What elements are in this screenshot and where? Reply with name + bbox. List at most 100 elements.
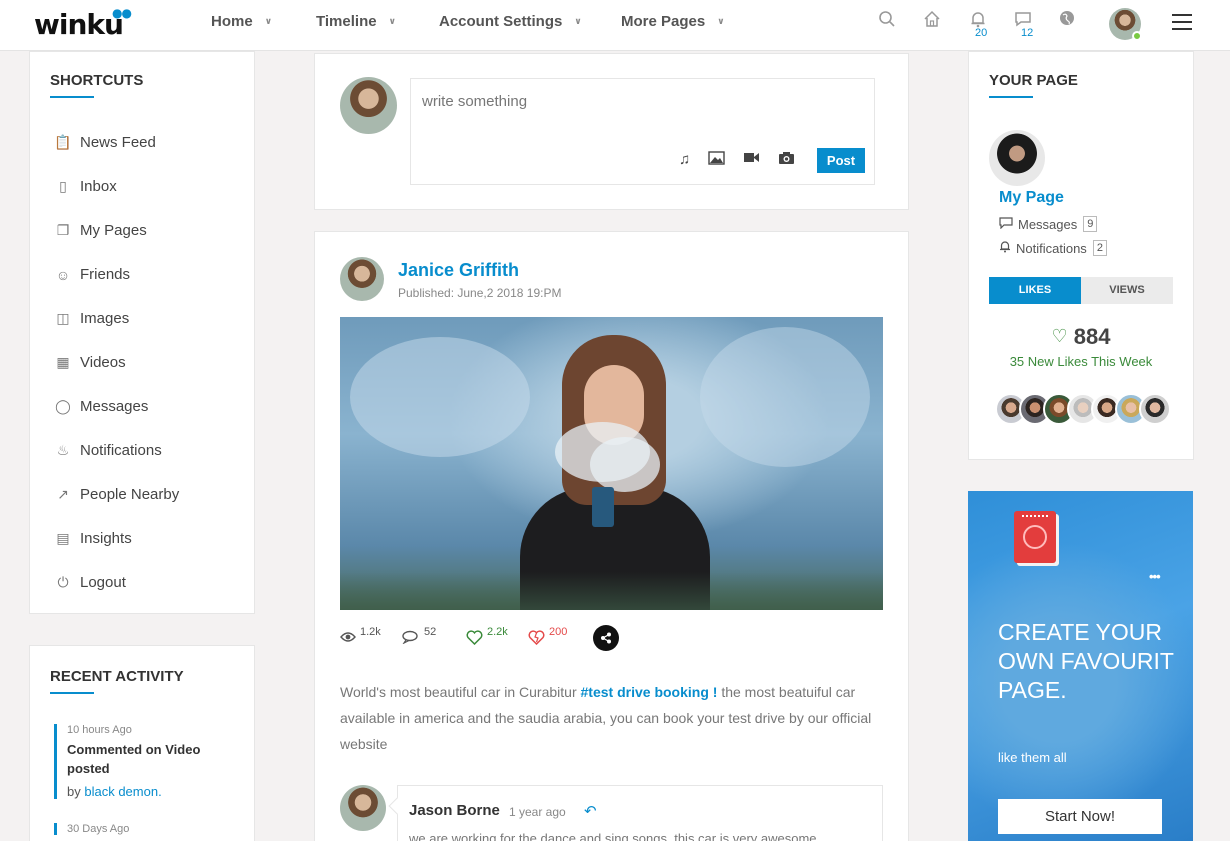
globe-icon[interactable] <box>1056 10 1078 32</box>
comment-text: we are working for the dance and sing so… <box>409 831 817 841</box>
comments-icon[interactable] <box>402 630 420 649</box>
nav-more-pages[interactable]: More Pages ∨ <box>621 13 725 30</box>
page-notifications-label[interactable]: Notifications <box>1016 241 1087 256</box>
post-text-before: World's most beautiful car in Curabitur <box>340 684 581 700</box>
shortcut-label[interactable]: Logout <box>80 574 126 591</box>
bar-chart-icon: ▤ <box>56 530 70 546</box>
video-camera-icon[interactable] <box>743 151 760 169</box>
avatar[interactable] <box>340 77 397 134</box>
dislikes-stat[interactable]: 200 <box>528 626 567 650</box>
shortcut-label[interactable]: Videos <box>80 354 126 371</box>
shortcut-images[interactable]: ◫ Images <box>54 310 129 327</box>
recent-activity-title: RECENT ACTIVITY <box>50 668 184 685</box>
start-now-button[interactable]: Start Now! <box>998 799 1162 834</box>
shortcut-my-pages[interactable]: ❐ My Pages <box>54 222 147 239</box>
shortcuts-title: SHORTCUTS <box>50 72 144 89</box>
image-icon[interactable] <box>708 151 725 169</box>
shortcut-messages[interactable]: ◯ Messages <box>54 398 148 415</box>
shortcut-label[interactable]: News Feed <box>80 134 156 151</box>
top-bar: winku ●● Home ∨ Timeline ∨ Account Setti… <box>0 0 1230 51</box>
author-avatar[interactable] <box>340 257 384 301</box>
post-hashtag-link[interactable]: #test drive booking ! <box>581 684 718 700</box>
shortcut-label[interactable]: My Pages <box>80 222 147 239</box>
activity-user-link[interactable]: black demon. <box>84 784 161 799</box>
logo-text[interactable]: winku <box>34 8 124 41</box>
activity-time: 30 Days Ago <box>67 823 130 835</box>
heart-icon[interactable] <box>466 630 483 650</box>
nav-account-settings[interactable]: Account Settings ∨ <box>439 13 582 30</box>
shortcuts-widget: SHORTCUTS 📋 News Feed ▯ Inbox ❐ My Pages ☺ F… <box>29 51 255 614</box>
shortcut-people-nearby[interactable]: ↗ People Nearby <box>54 486 179 503</box>
nav-account-settings-label[interactable]: Account Settings <box>439 13 562 30</box>
nav-home-label[interactable]: Home <box>211 13 253 30</box>
comment-pointer <box>388 797 406 815</box>
shortcut-inbox[interactable]: ▯ Inbox <box>54 178 117 195</box>
notifications-count: 20 <box>975 27 988 39</box>
activity-text: Commented on Video posted <box>67 742 201 776</box>
page-messages-label[interactable]: Messages <box>1018 217 1077 232</box>
reply-icon[interactable]: ↶ <box>584 802 597 820</box>
bell-icon <box>999 240 1011 256</box>
shortcut-label[interactable]: People Nearby <box>80 486 179 503</box>
liker-avatar[interactable] <box>1139 393 1171 425</box>
broken-heart-icon[interactable] <box>528 630 545 650</box>
commenter-avatar[interactable] <box>340 785 386 831</box>
shortcut-notifications[interactable]: ♨ Notifications <box>54 442 162 459</box>
post-published: Published: June,2 2018 19:PM <box>398 286 562 300</box>
book-icon <box>1014 511 1056 563</box>
page-notifications-badge: 2 <box>1092 240 1107 256</box>
post-image[interactable] <box>340 317 883 610</box>
compose-box[interactable]: write something ♫ Post <box>410 78 875 185</box>
shortcut-label[interactable]: Insights <box>80 530 132 547</box>
chevron-down-icon: ∨ <box>717 16 725 26</box>
activity-time: 10 hours Ago <box>67 724 132 736</box>
chevron-down-icon: ∨ <box>574 16 582 26</box>
shortcut-videos[interactable]: ▦ Videos <box>54 354 126 371</box>
logo[interactable]: winku ●● <box>34 6 132 41</box>
shortcut-friends[interactable]: ☺ Friends <box>54 266 130 283</box>
shortcut-label[interactable]: Images <box>80 310 129 327</box>
likes-count: 2.2k <box>487 626 508 638</box>
music-icon[interactable]: ♫ <box>679 151 690 169</box>
promo-subtitle: like them all <box>998 750 1067 765</box>
camera-icon[interactable] <box>778 151 795 169</box>
post-text: World's most beautiful car in Curabitur … <box>340 679 885 757</box>
shortcut-label[interactable]: Messages <box>80 398 148 415</box>
likers-row <box>995 393 1171 425</box>
nav-timeline-label[interactable]: Timeline <box>316 13 377 30</box>
page-avatar[interactable] <box>989 130 1045 186</box>
page-name-link[interactable]: My Page <box>999 189 1064 207</box>
post-author[interactable]: Janice Griffith <box>398 260 519 281</box>
shortcut-news-feed[interactable]: 📋 News Feed <box>54 134 156 151</box>
comments-stat[interactable]: 52 <box>402 626 436 649</box>
heart-icon: ♡ <box>1051 326 1068 346</box>
post-button[interactable]: Post <box>817 148 865 173</box>
comments-count: 52 <box>424 626 437 638</box>
files-icon: ❐ <box>56 222 70 238</box>
shortcut-label[interactable]: Notifications <box>80 442 162 459</box>
tab-views[interactable]: VIEWS <box>1081 277 1173 304</box>
promo-title: CREATE YOUR OWN FAVOURIT PAGE. <box>998 619 1174 703</box>
search-icon[interactable] <box>876 10 898 32</box>
share-icon[interactable] <box>593 625 619 651</box>
shortcut-insights[interactable]: ▤ Insights <box>54 530 132 547</box>
more-options-icon[interactable]: ••• <box>1149 569 1161 584</box>
shortcut-logout[interactable]: ⏻ Logout <box>54 574 126 591</box>
compose-input[interactable]: write something <box>422 93 527 110</box>
page-notifications-row[interactable]: Notifications 2 <box>999 240 1107 256</box>
nav-home[interactable]: Home ∨ <box>211 13 272 30</box>
tab-likes[interactable]: LIKES <box>989 277 1081 304</box>
home-icon[interactable] <box>921 10 943 32</box>
shortcut-label[interactable]: Inbox <box>80 178 117 195</box>
nav-timeline[interactable]: Timeline ∨ <box>316 13 396 30</box>
user-avatar[interactable] <box>1109 8 1142 41</box>
nav-more-pages-label[interactable]: More Pages <box>621 13 705 30</box>
comment-time: 1 year ago <box>509 805 566 819</box>
shortcut-label[interactable]: Friends <box>80 266 130 283</box>
page-messages-row[interactable]: Messages 9 <box>999 216 1098 232</box>
hamburger-menu-icon[interactable] <box>1172 14 1192 30</box>
likes-stat[interactable]: 2.2k <box>466 626 508 650</box>
eye-icon <box>340 630 356 648</box>
comment-author[interactable]: Jason Borne <box>409 802 500 819</box>
activity-item: 10 hours Ago Commented on Video posted b… <box>54 724 234 799</box>
